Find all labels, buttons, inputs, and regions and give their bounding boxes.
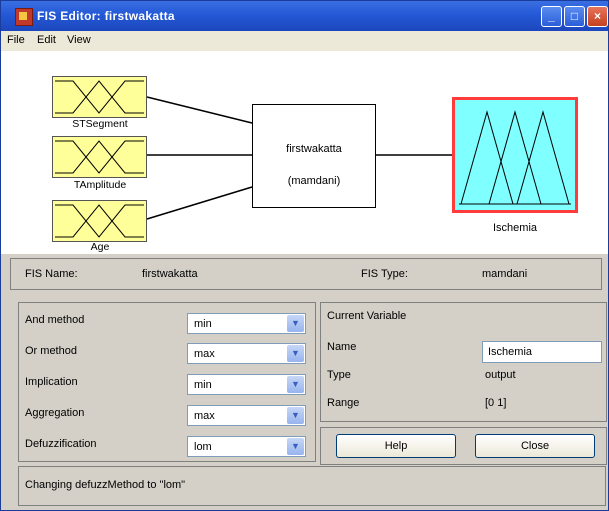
fis-editor-window: FIS Editor: firstwakatta _ □ × File Edit… (0, 0, 609, 511)
implication-select[interactable]: min ▼ (187, 374, 306, 395)
chevron-down-icon[interactable]: ▼ (287, 315, 304, 332)
output-mf-block-ischemia[interactable] (452, 97, 578, 213)
fis-name-label: FIS Name: (25, 268, 78, 280)
aggregation-select[interactable]: max ▼ (187, 405, 306, 426)
maximize-button[interactable]: □ (564, 6, 585, 27)
system-name: firstwakatta (286, 143, 342, 155)
variable-type-label: Type (327, 369, 351, 381)
implication-label: Implication (25, 376, 78, 388)
input-label-tamplitude: TAmplitude (73, 179, 127, 191)
variable-type-value: output (485, 369, 516, 381)
input-mf-block-stsegment[interactable] (52, 76, 147, 118)
input-mf-block-age[interactable] (52, 200, 147, 242)
methods-panel: And method min ▼ Or method max ▼ Implica… (18, 302, 316, 462)
input-mf-curves-icon (55, 80, 144, 114)
menu-file[interactable]: File (7, 34, 25, 46)
chevron-down-icon[interactable]: ▼ (287, 407, 304, 424)
variable-range-value: [0 1] (485, 397, 507, 409)
current-variable-panel: Current Variable Name Ischemia Type outp… (320, 302, 607, 422)
fis-name-value: firstwakatta (142, 268, 198, 280)
fis-info-bar: FIS Name: firstwakatta FIS Type: mamdani (10, 258, 602, 290)
defuzzification-label: Defuzzification (25, 438, 97, 450)
chevron-down-icon[interactable]: ▼ (287, 345, 304, 362)
minimize-button[interactable]: _ (541, 6, 562, 27)
aggregation-label: Aggregation (25, 407, 85, 419)
close-window-button[interactable]: × (587, 6, 608, 27)
variable-range-label: Range (327, 397, 360, 409)
input-mf-curves-icon (55, 204, 144, 238)
and-method-select[interactable]: min ▼ (187, 313, 306, 334)
chevron-down-icon[interactable]: ▼ (287, 438, 304, 455)
title-bar[interactable]: FIS Editor: firstwakatta _ □ × (1, 1, 608, 31)
status-bar: Changing defuzzMethod to "lom" (18, 466, 606, 506)
variable-name-label: Name (327, 341, 357, 353)
input-label-stsegment: STSegment (72, 118, 128, 130)
status-message: Changing defuzzMethod to "lom" (25, 479, 186, 491)
window-title: FIS Editor: firstwakatta (37, 9, 175, 23)
current-variable-title: Current Variable (327, 310, 407, 322)
and-method-label: And method (25, 314, 85, 326)
matlab-app-icon (15, 8, 33, 26)
fis-type-label: FIS Type: (361, 268, 408, 280)
output-label-ischemia: Ischemia (492, 222, 538, 234)
chevron-down-icon[interactable]: ▼ (287, 376, 304, 393)
input-mf-curves-icon (55, 140, 144, 174)
fis-diagram: STSegment TAmplitude Age firstwakatta (m… (1, 51, 608, 254)
or-method-label: Or method (25, 345, 77, 357)
input-mf-block-tamplitude[interactable] (52, 136, 147, 178)
menu-edit[interactable]: Edit (37, 34, 56, 46)
close-button[interactable]: Close (475, 434, 595, 458)
menu-bar: File Edit View (1, 31, 608, 51)
input-label-age: Age (90, 241, 110, 253)
or-method-select[interactable]: max ▼ (187, 343, 306, 364)
fis-type-value: mamdani (482, 268, 528, 280)
defuzzification-select[interactable]: lom ▼ (187, 436, 306, 457)
help-button[interactable]: Help (336, 434, 456, 458)
variable-name-input[interactable]: Ischemia (482, 341, 602, 363)
fis-system-block[interactable]: firstwakatta (mamdani) (252, 104, 376, 208)
output-mf-triangles-icon (459, 110, 571, 205)
menu-view[interactable]: View (67, 34, 91, 46)
system-type: (mamdani) (287, 175, 341, 187)
button-row: Help Close (320, 427, 607, 465)
